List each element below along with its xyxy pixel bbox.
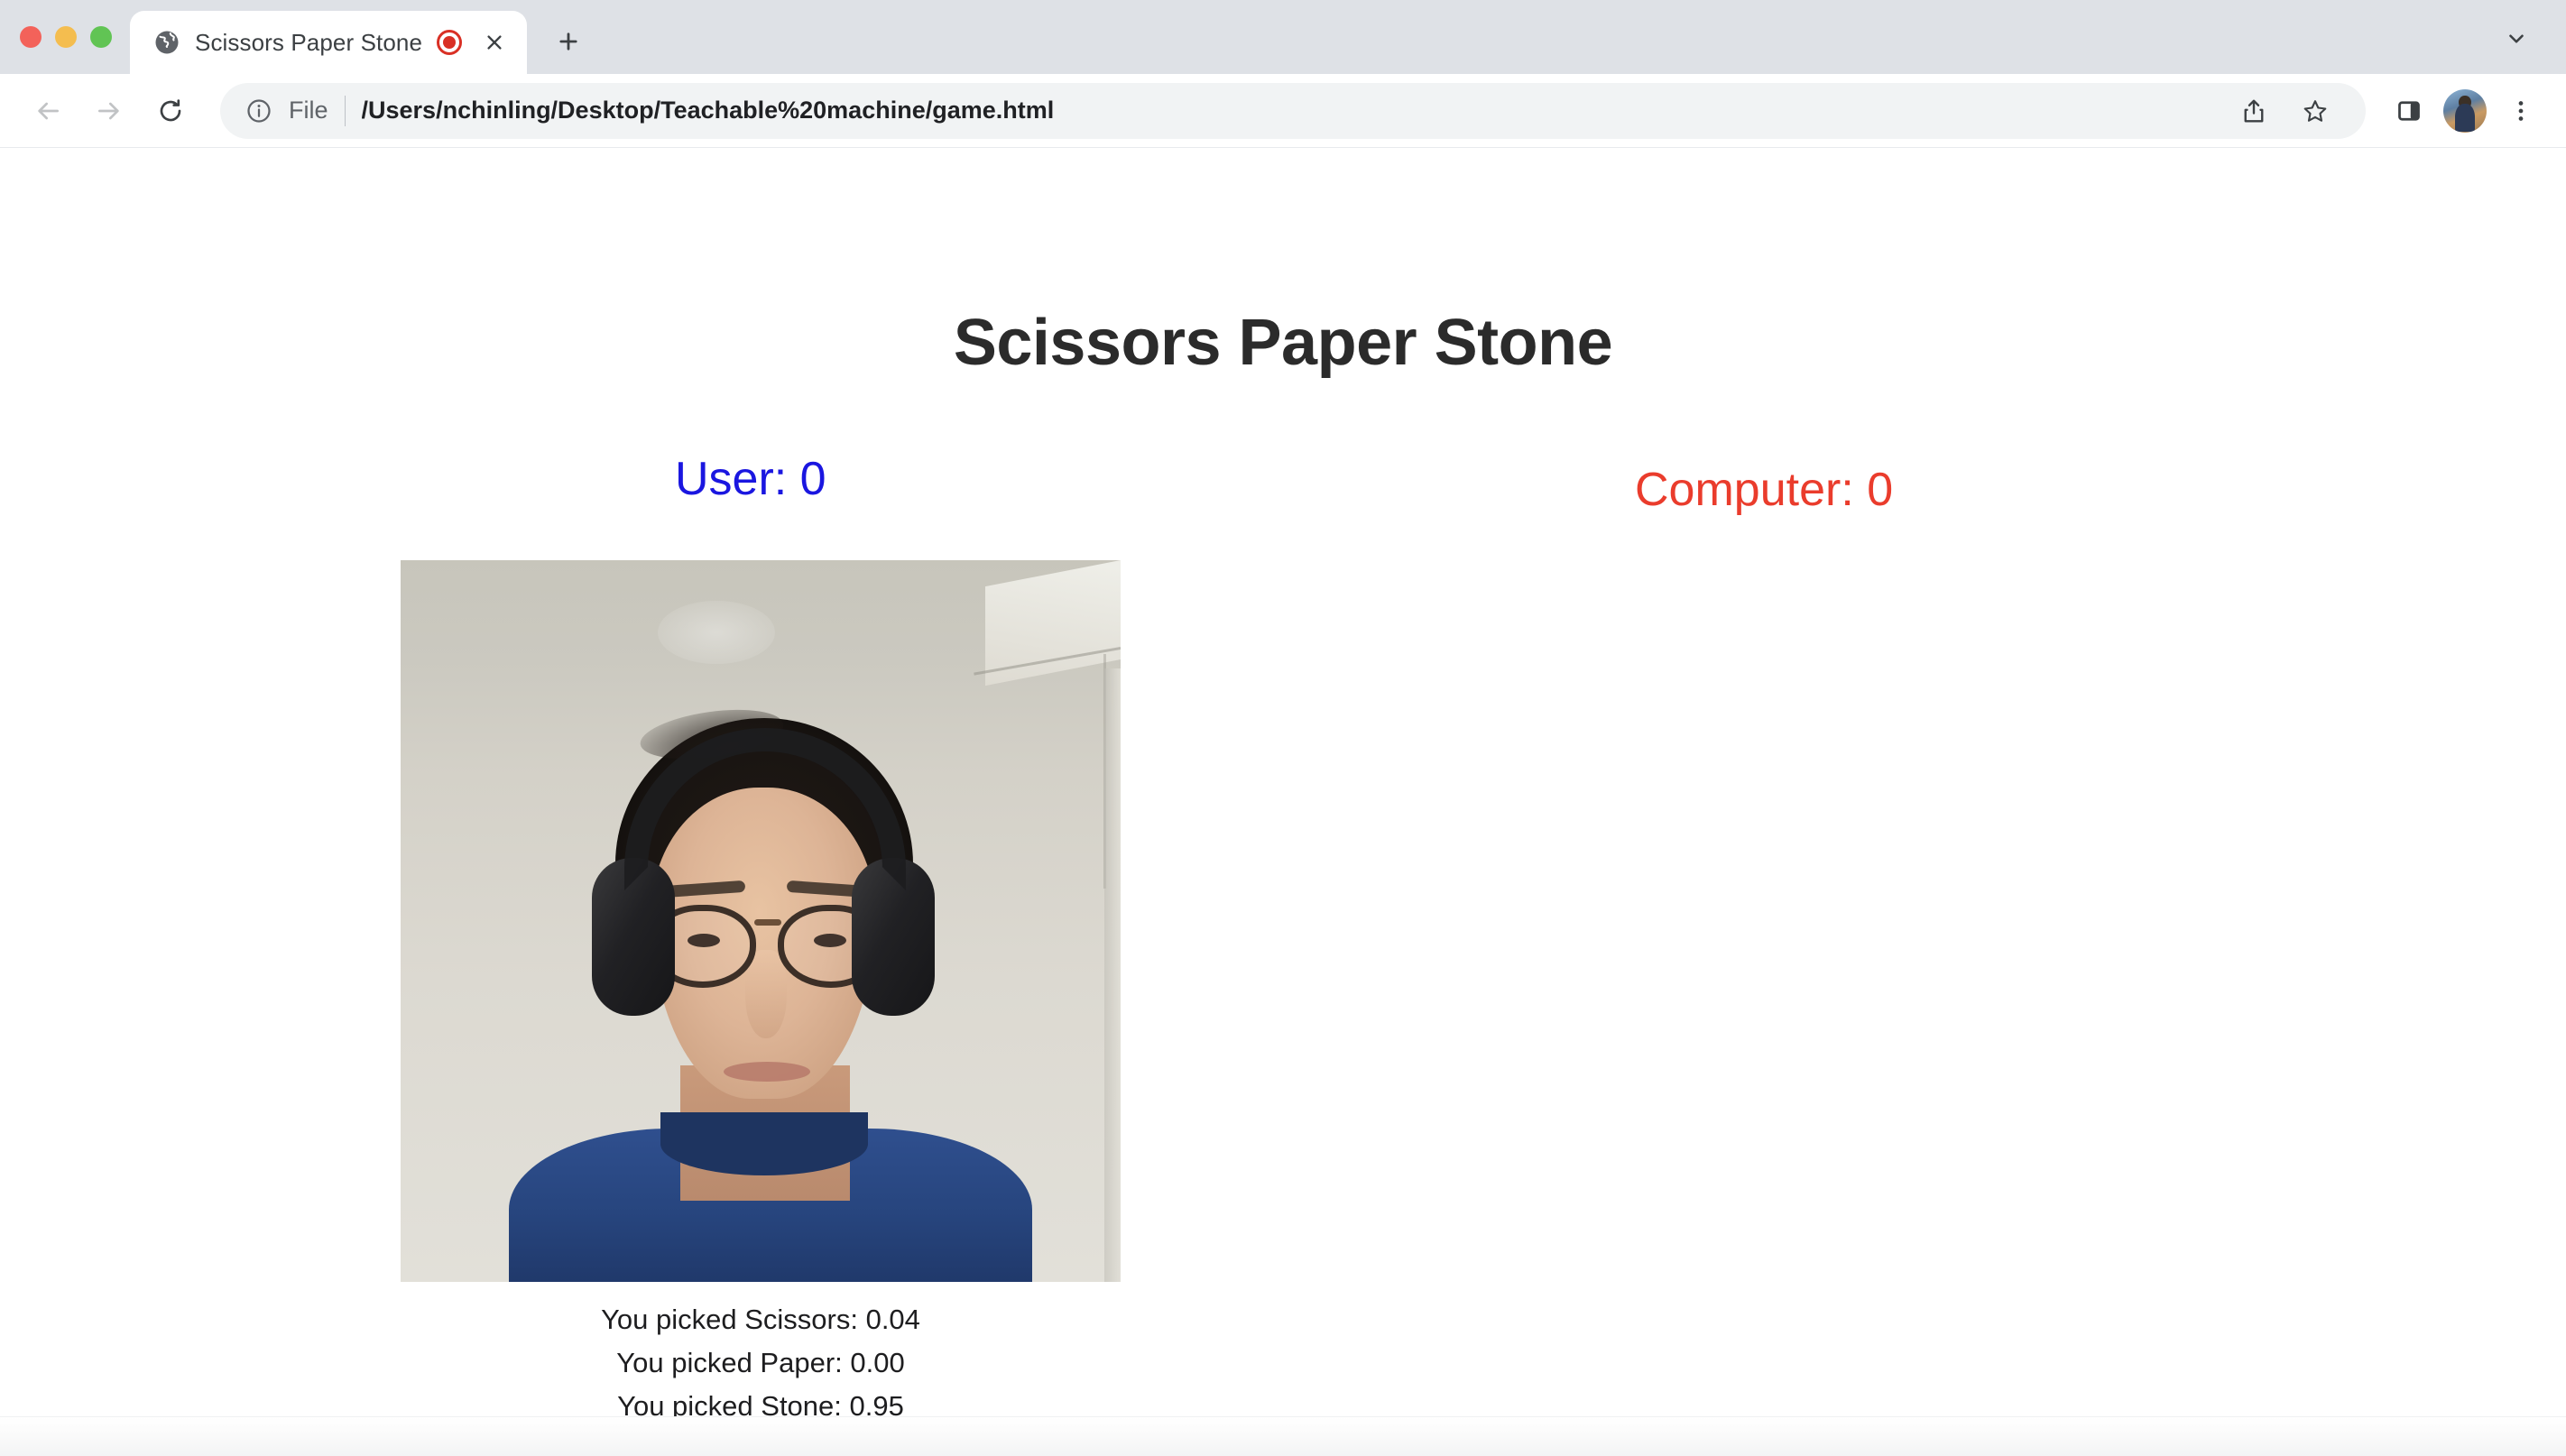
- record-dot-icon[interactable]: [437, 30, 463, 55]
- user-score: User: 0: [675, 453, 826, 505]
- page-title: Scissors Paper Stone: [953, 307, 1613, 379]
- browser-toolbar: File /Users/nchinling/Desktop/Teachable%…: [0, 74, 2566, 148]
- computer-score: Computer: 0: [1635, 464, 1894, 516]
- webcam-person-glasses-bridge: [754, 919, 781, 926]
- maximize-window-button[interactable]: [90, 26, 112, 48]
- toolbar-right-actions: [2384, 86, 2546, 136]
- prediction-list: You picked Scissors: 0.04 You picked Pap…: [401, 1298, 1121, 1428]
- info-icon[interactable]: [245, 97, 272, 124]
- back-arrow-icon[interactable]: [20, 83, 76, 139]
- window-traffic-lights: [0, 0, 130, 74]
- address-bar[interactable]: File /Users/nchinling/Desktop/Teachable%…: [220, 82, 2366, 139]
- reload-icon[interactable]: [143, 83, 198, 139]
- webcam-shirt-collar: [660, 1112, 868, 1175]
- browser-tab[interactable]: Scissors Paper Stone: [130, 11, 528, 74]
- window-bottom-edge: [0, 1416, 2566, 1456]
- browser-window: Scissors Paper Stone File /Users/nchinli…: [0, 0, 2566, 1456]
- tab-strip: Scissors Paper Stone: [0, 0, 2566, 74]
- url-text: /Users/nchinling/Desktop/Teachable%20mac…: [361, 97, 1055, 124]
- new-tab-button[interactable]: [543, 16, 594, 67]
- star-icon[interactable]: [2290, 86, 2340, 136]
- omnibox-actions: [2229, 86, 2340, 136]
- close-window-button[interactable]: [20, 26, 42, 48]
- tab-title: Scissors Paper Stone: [195, 28, 423, 56]
- side-panel-icon[interactable]: [2384, 86, 2434, 136]
- three-dot-menu-icon[interactable]: [2496, 86, 2546, 136]
- prediction-scissors: You picked Scissors: 0.04: [601, 1304, 920, 1335]
- webcam-light-reflection: [658, 601, 775, 664]
- minimize-window-button[interactable]: [55, 26, 77, 48]
- url-scheme-label: File: [289, 97, 328, 124]
- forward-arrow-icon[interactable]: [81, 83, 137, 139]
- webcam-door-edge: [1104, 668, 1121, 1282]
- scoreboard: User: 0 Computer: 0: [0, 452, 2566, 524]
- webcam-person-mouth: [724, 1062, 810, 1082]
- share-icon[interactable]: [2229, 86, 2279, 136]
- page-content: Scissors Paper Stone User: 0 Computer: 0: [0, 148, 2566, 1456]
- chevron-down-icon[interactable]: [2494, 16, 2539, 61]
- avatar[interactable]: [2443, 88, 2487, 133]
- globe-icon: [153, 29, 180, 56]
- omnibox-divider: [344, 95, 346, 126]
- prediction-paper: You picked Paper: 0.00: [616, 1347, 905, 1378]
- webcam-feed: [401, 560, 1121, 1282]
- close-icon[interactable]: [476, 24, 512, 60]
